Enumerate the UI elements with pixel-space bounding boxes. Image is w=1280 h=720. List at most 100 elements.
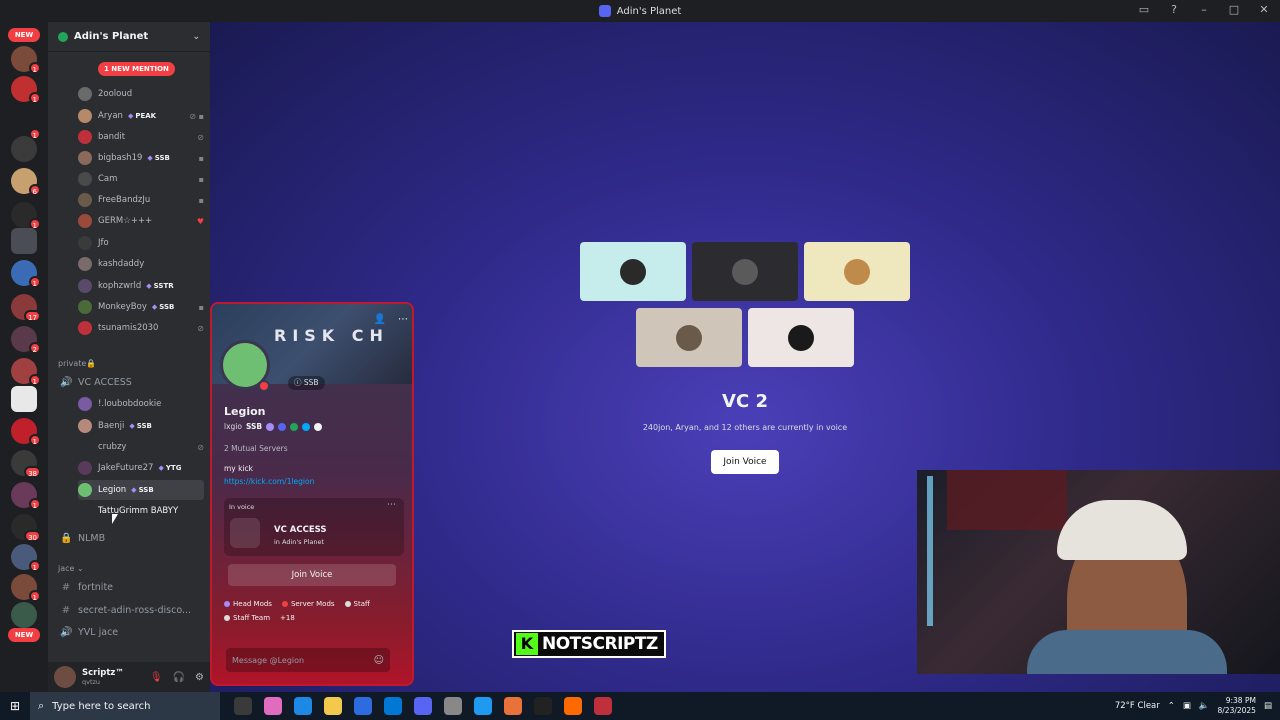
channel-fortnite[interactable]: # fortnite — [60, 577, 204, 597]
server-icon[interactable]: 1 — [11, 482, 41, 510]
in-voice-label: In voice — [229, 503, 255, 511]
avatar — [732, 258, 758, 285]
obs-icon[interactable] — [444, 697, 462, 715]
new-pill-top[interactable]: NEW — [8, 28, 40, 42]
server-header[interactable]: Adin's Planet ⌄ — [48, 22, 210, 52]
server-icon[interactable]: 1 — [11, 418, 41, 446]
copilot-icon[interactable] — [264, 697, 282, 715]
add-friend-icon[interactable]: 👤 — [374, 314, 386, 325]
tray-chevron-icon[interactable]: ⌃ — [1168, 701, 1175, 711]
gear-icon[interactable]: ⚙ — [195, 672, 204, 683]
participant-tile[interactable] — [692, 242, 798, 301]
app-icon[interactable] — [474, 697, 492, 715]
profile-join-voice-button[interactable]: Join Voice — [228, 564, 396, 586]
category-jace[interactable]: jace ⌄ — [58, 564, 84, 573]
maximize-button[interactable]: □ — [1226, 3, 1242, 16]
participant-tile[interactable] — [748, 308, 854, 367]
voice-member[interactable]: FreeBandzJu ▪ — [78, 190, 204, 210]
file-explorer-icon[interactable] — [324, 697, 342, 715]
voice-member[interactable]: TattuGrimm BABYY — [78, 501, 204, 521]
weather-widget[interactable]: 72°F Clear — [1115, 701, 1160, 711]
new-mention-pill[interactable]: 1 NEW MENTION — [98, 62, 175, 76]
brave-icon[interactable] — [564, 697, 582, 715]
new-pill-bottom[interactable]: NEW — [8, 628, 40, 642]
voice-member[interactable]: tsunamis2030 ⊘ — [78, 318, 204, 338]
store-icon[interactable] — [354, 697, 372, 715]
mutual-servers[interactable]: 2 Mutual Servers — [224, 444, 288, 453]
channel-nlmb[interactable]: 🔒 NLMB — [60, 528, 204, 548]
windows-start-icon[interactable]: ⊞ — [0, 699, 30, 713]
category-private[interactable]: private🔒 — [58, 359, 96, 368]
server-icon[interactable]: 1 — [11, 358, 41, 386]
channel-vc-access[interactable]: 🔊 VC ACCESS — [60, 372, 204, 392]
server-icon[interactable] — [11, 228, 37, 254]
clock[interactable]: 9:38 PM 8/23/2025 — [1218, 696, 1256, 716]
server-icon[interactable]: 1 — [11, 574, 41, 602]
edge-icon[interactable] — [294, 697, 312, 715]
discord-icon[interactable] — [414, 697, 432, 715]
app-icon[interactable] — [504, 697, 522, 715]
participant-tile[interactable] — [804, 242, 910, 301]
join-voice-button[interactable]: Join Voice — [711, 450, 779, 474]
channel-yvl-jace[interactable]: 🔊 YVL jace — [60, 622, 204, 642]
close-button[interactable]: ✕ — [1256, 3, 1272, 16]
hashtag-icon: # — [61, 581, 71, 593]
in-voice-card: In voice ⋯ VC ACCESS in Adin's Planet — [224, 498, 404, 556]
minimize-button[interactable]: – — [1196, 3, 1212, 16]
server-icon[interactable] — [11, 386, 37, 412]
server-icon[interactable]: 1 — [11, 112, 41, 140]
server-icon[interactable]: 1 — [11, 544, 41, 572]
server-icon[interactable]: 1 — [11, 76, 41, 104]
voice-member[interactable]: !.loubobdookie — [78, 394, 204, 414]
voice-member[interactable]: GERM☆+++ ♥ — [78, 211, 204, 231]
voice-member[interactable]: 2ooloud — [78, 84, 204, 104]
voice-member[interactable]: JakeFuture27YTG — [78, 458, 204, 478]
volume-icon[interactable]: 🔈 — [1199, 701, 1210, 711]
server-icon[interactable]: 30 — [11, 514, 41, 542]
server-icon[interactable]: 1 — [11, 46, 41, 74]
participant-tile[interactable] — [580, 242, 686, 301]
participant-tile[interactable] — [636, 308, 742, 367]
voice-member[interactable]: kophzwrldSSTR — [78, 276, 204, 296]
emoji-icon[interactable]: ☺ — [374, 655, 384, 666]
taskbar-apps — [234, 697, 612, 715]
server-icon[interactable] — [11, 602, 37, 628]
more-icon[interactable]: ⋯ — [387, 500, 396, 510]
network-icon[interactable]: ▣ — [1183, 701, 1191, 711]
help-icon[interactable]: ? — [1166, 3, 1182, 16]
server-icon[interactable] — [11, 136, 37, 162]
server-icon[interactable]: 2 — [11, 326, 41, 354]
taskbar-search[interactable]: ⌕ Type here to search — [30, 692, 220, 720]
voice-member-selected[interactable]: LegionSSB — [78, 480, 204, 500]
voice-member[interactable]: MonkeyBoySSB▪ — [78, 297, 204, 317]
app-icon[interactable] — [594, 697, 612, 715]
more-icon[interactable]: ⋯ — [398, 314, 408, 325]
user-avatar[interactable] — [54, 666, 76, 688]
server-icon[interactable]: 6 — [11, 168, 41, 196]
voice-member[interactable]: bandit ⊘ — [78, 127, 204, 147]
roles-more[interactable]: +18 — [280, 614, 295, 622]
profile-link[interactable]: https://kick.com/1legion — [224, 477, 314, 486]
system-tray: 72°F Clear ⌃ ▣ 🔈 9:38 PM 8/23/2025 ▤ — [1115, 696, 1280, 716]
dm-message-input[interactable]: Message @Legion ☺ — [226, 648, 390, 672]
voice-member[interactable]: Cam ▪ — [78, 169, 204, 189]
inbox-icon[interactable]: ▭ — [1136, 3, 1152, 16]
voice-member[interactable]: bigbash19SSB▪ — [78, 148, 204, 168]
voice-member[interactable]: Jfo — [78, 233, 204, 253]
channel-secret[interactable]: # secret-adin-ross-disco... — [60, 600, 204, 620]
server-icon[interactable]: 38 — [11, 450, 41, 478]
headphones-icon[interactable]: 🎧 — [173, 672, 185, 683]
task-view-icon[interactable] — [234, 697, 252, 715]
notification-icon[interactable]: ▤ — [1264, 701, 1272, 711]
server-icon[interactable]: 17 — [11, 294, 41, 322]
outlook-icon[interactable] — [384, 697, 402, 715]
capcut-icon[interactable] — [534, 697, 552, 715]
voice-member[interactable]: crubzy ⊘ — [78, 437, 204, 457]
server-icon — [230, 518, 260, 548]
voice-member[interactable]: AryanPEAK⊘ ▪ — [78, 106, 204, 126]
mic-muted-icon[interactable]: 🎙 — [150, 672, 163, 683]
server-icon[interactable]: 1 — [11, 202, 41, 230]
voice-member[interactable]: kashdaddy — [78, 254, 204, 274]
server-icon[interactable]: 1 — [11, 260, 41, 288]
voice-member[interactable]: BaenjiSSB — [78, 416, 204, 436]
